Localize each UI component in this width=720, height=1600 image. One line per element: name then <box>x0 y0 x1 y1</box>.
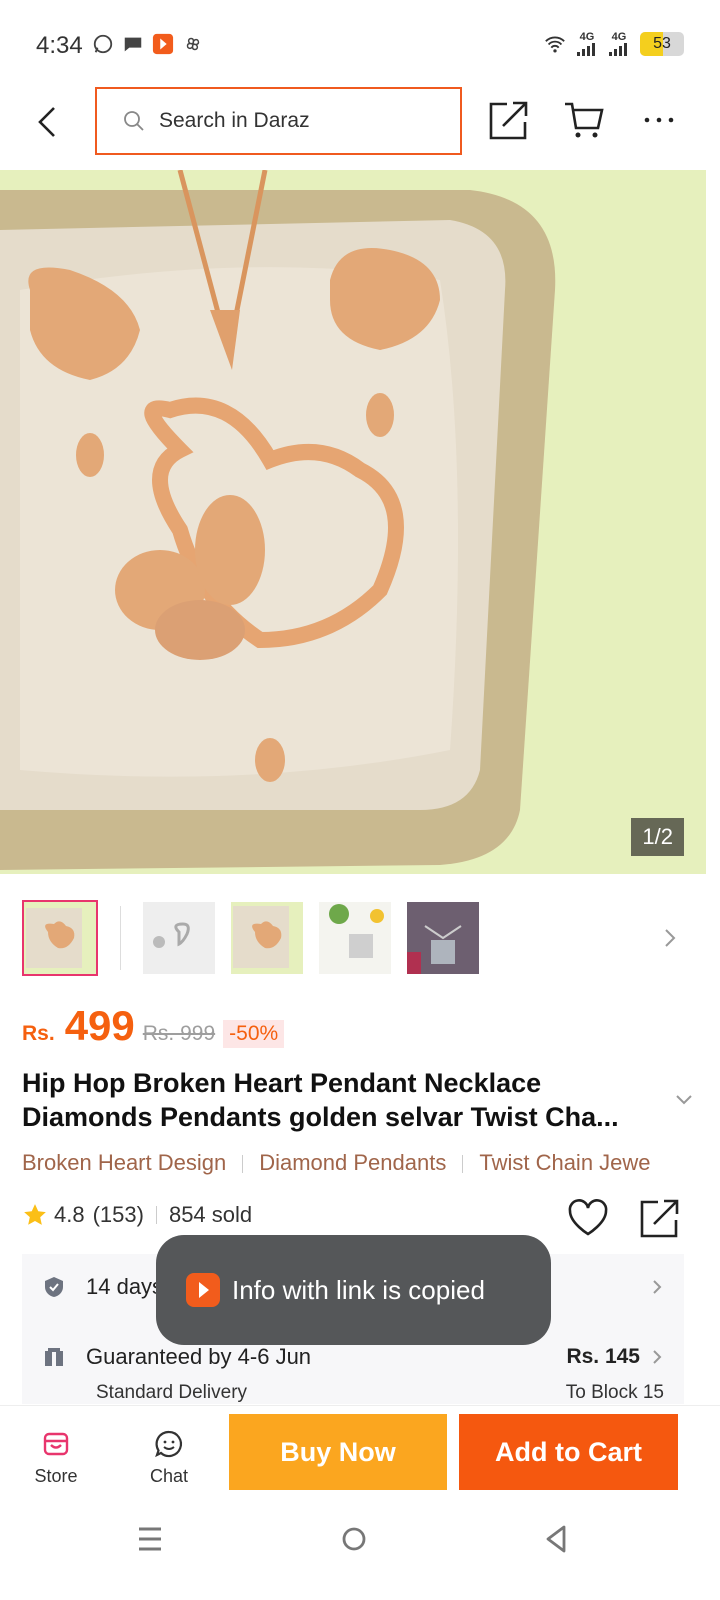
thumbnail-3[interactable] <box>231 902 303 974</box>
chat-label: Chat <box>149 1466 189 1486</box>
signal-bars-icon <box>609 43 627 56</box>
copied-toast: Info with link is copied <box>156 1235 551 1345</box>
back-icon[interactable] <box>30 102 66 142</box>
share-icon[interactable] <box>487 98 531 142</box>
price-row: Rs. 499 Rs. 999 -50% <box>22 1002 285 1050</box>
search-placeholder: Search in Daraz <box>159 109 310 132</box>
message-icon <box>124 37 142 52</box>
star-icon <box>24 1204 46 1225</box>
thumbnail-strip <box>22 900 702 976</box>
return-policy-text: 14 days <box>86 1274 164 1299</box>
search-input[interactable]: Search in Daraz <box>95 87 462 155</box>
delivery-icon <box>45 1348 63 1366</box>
thumbnail-divider <box>120 906 121 970</box>
tag-item[interactable]: Broken Heart Design <box>22 1150 240 1176</box>
system-nav-bar <box>0 1505 720 1600</box>
whatsapp-icon <box>93 34 113 54</box>
product-image[interactable]: 1/2 <box>0 170 706 874</box>
original-price: Rs. 999 <box>142 1022 216 1045</box>
rating-score: 4.8 <box>54 1202 85 1227</box>
signal-bars-icon <box>577 43 595 56</box>
thumbnail-image <box>231 902 303 974</box>
share-icon[interactable] <box>638 1196 682 1240</box>
delivery-location: To Block 15 <box>565 1382 664 1403</box>
thumbnail-5[interactable] <box>407 902 479 974</box>
store-label: Store <box>34 1466 78 1486</box>
heart-icon[interactable] <box>566 1198 610 1238</box>
add-to-cart-button[interactable]: Add to Cart <box>459 1414 678 1490</box>
chat-icon <box>155 1430 183 1458</box>
image-counter: 1/2 <box>631 818 684 856</box>
tag-list: Broken Heart Design Diamond Pendants Twi… <box>22 1150 720 1176</box>
chevron-down-icon[interactable] <box>674 1092 694 1108</box>
thumbnail-image <box>319 902 391 974</box>
daraz-logo-icon <box>199 1282 209 1298</box>
daraz-notification-icon <box>152 33 174 55</box>
toast-message: Info with link is copied <box>232 1274 485 1305</box>
store-icon <box>43 1432 69 1456</box>
status-bar: 4:34 4G 4G 53 <box>0 0 720 92</box>
more-icon[interactable] <box>637 98 681 142</box>
status-time: 4:34 <box>36 32 83 59</box>
battery-icon: 53 <box>640 32 684 56</box>
chat-button[interactable]: Chat <box>129 1428 209 1487</box>
tag-divider <box>242 1155 244 1173</box>
tag-item[interactable]: Diamond Pendants <box>259 1150 460 1176</box>
chevron-right-icon[interactable] <box>660 926 680 950</box>
delivery-date: Guaranteed by 4-6 Jun <box>86 1344 312 1369</box>
store-button[interactable]: Store <box>16 1428 96 1487</box>
rating-row[interactable]: 4.8 (153) 854 sold <box>22 1202 252 1228</box>
shield-icon <box>45 1277 63 1297</box>
thumbnail-image <box>143 902 215 974</box>
thumbnail-2[interactable] <box>143 902 215 974</box>
pinwheel-icon <box>186 37 200 51</box>
thumbnail-image <box>407 902 479 974</box>
daraz-app-icon <box>186 1273 220 1307</box>
signal-2: 4G <box>608 32 630 56</box>
tag-item[interactable]: Twist Chain Jewe <box>479 1150 664 1176</box>
system-status-icons: 4G 4G 53 <box>544 32 684 56</box>
thumbnail-1[interactable] <box>22 900 98 976</box>
recent-apps-icon[interactable] <box>132 1521 168 1557</box>
system-back-icon[interactable] <box>538 1521 574 1557</box>
signal-1: 4G <box>576 32 598 56</box>
battery-level: 53 <box>653 35 671 52</box>
discount-badge: -50% <box>223 1020 285 1048</box>
buy-now-button[interactable]: Buy Now <box>229 1414 447 1490</box>
chevron-right-icon <box>653 1350 662 1364</box>
sold-count: 854 sold <box>168 1202 253 1227</box>
notification-icons <box>92 33 204 55</box>
chevron-right-icon <box>653 1280 662 1294</box>
thumbnail-image <box>24 902 96 974</box>
product-title: Hip Hop Broken Heart Pendant Necklace Di… <box>22 1068 619 1132</box>
header: Search in Daraz <box>0 84 720 164</box>
tag-divider <box>462 1155 464 1173</box>
delivery-price-wrap: Rs. 145 <box>566 1345 664 1369</box>
rating-count: (153) <box>92 1202 144 1227</box>
search-icon <box>124 111 144 131</box>
delivery-type: Standard Delivery <box>96 1382 248 1403</box>
jewelry-photo <box>0 170 706 874</box>
delivery-price: Rs. 145 <box>566 1345 640 1368</box>
delivery-row[interactable]: Guaranteed by 4-6 Jun Rs. 145 <box>22 1344 684 1370</box>
cart-icon[interactable] <box>562 98 606 142</box>
rating-divider <box>155 1206 157 1224</box>
price-currency: Rs. <box>22 1022 55 1045</box>
home-icon[interactable] <box>336 1521 372 1557</box>
wifi-icon <box>545 36 565 53</box>
bottom-action-bar: Store Chat Buy Now Add to Cart <box>0 1405 720 1505</box>
return-policy-arrow <box>650 1277 664 1297</box>
thumbnail-4[interactable] <box>319 902 391 974</box>
current-price: 499 <box>64 1002 135 1049</box>
